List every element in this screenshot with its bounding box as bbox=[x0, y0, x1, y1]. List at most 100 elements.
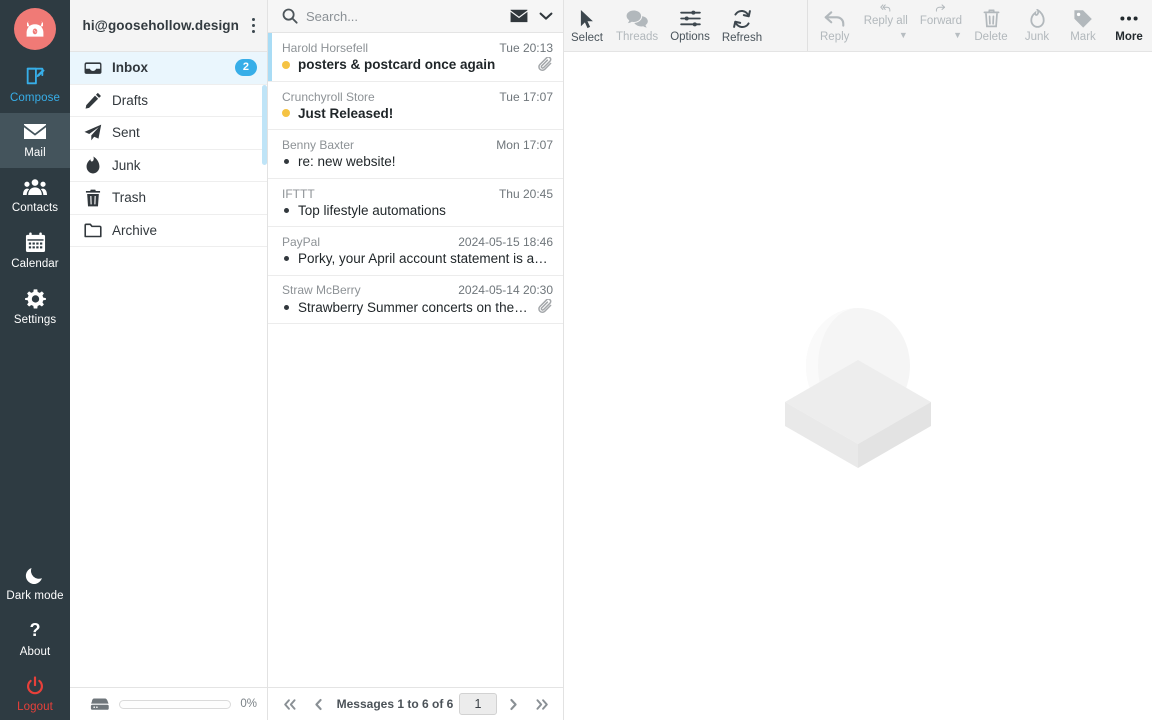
svg-text:?: ? bbox=[29, 620, 40, 640]
taskbar-item-logout[interactable]: Logout bbox=[0, 667, 70, 720]
toolbar-button-reply[interactable]: Reply bbox=[812, 0, 858, 51]
message-date: Thu 20:45 bbox=[491, 187, 553, 201]
folder-item-label: Trash bbox=[112, 190, 257, 205]
taskbar-item-compose[interactable]: Compose bbox=[0, 56, 70, 113]
message-row[interactable]: Straw McBerry2024-05-14 20:30Strawberry … bbox=[268, 276, 563, 325]
folder-item-trash[interactable]: Trash bbox=[70, 182, 267, 215]
message-row[interactable]: Harold HorsefellTue 20:13posters & postc… bbox=[268, 33, 563, 82]
toolbar: Select Threads Options bbox=[564, 0, 1152, 52]
kebab-menu-icon[interactable] bbox=[245, 13, 261, 39]
read-dot-icon[interactable] bbox=[284, 256, 289, 261]
message-list-panel: Harold HorsefellTue 20:13posters & postc… bbox=[268, 0, 564, 720]
toolbar-button-label: Options bbox=[670, 31, 710, 43]
folder-item-archive[interactable]: Archive bbox=[70, 215, 267, 248]
message-list-footer: Messages 1 to 6 of 6 bbox=[268, 687, 563, 720]
message-subject: re: new website! bbox=[298, 154, 553, 169]
toolbar-button-junk[interactable]: Junk bbox=[1014, 0, 1060, 51]
folder-item-label: Inbox bbox=[112, 60, 225, 75]
unread-dot-icon[interactable] bbox=[282, 61, 290, 69]
search-input[interactable] bbox=[306, 9, 502, 24]
toolbar-button-label: Junk bbox=[1025, 31, 1049, 43]
toolbar-button-refresh[interactable]: Refresh bbox=[716, 0, 768, 51]
message-subject: Just Released! bbox=[298, 106, 553, 121]
tag-icon bbox=[1073, 9, 1093, 28]
message-viewer-panel: Select Threads Options bbox=[564, 0, 1152, 720]
quota-bar-container: 0% bbox=[70, 687, 267, 720]
server-disk-icon bbox=[90, 697, 110, 712]
fire-icon bbox=[84, 156, 102, 174]
question-mark-icon: ? bbox=[25, 620, 45, 641]
message-sender: Straw McBerry bbox=[282, 283, 450, 297]
toolbar-button-options[interactable]: Options bbox=[664, 0, 716, 51]
threads-bubbles-icon bbox=[626, 9, 648, 28]
message-row-header: PayPal2024-05-15 18:46 bbox=[282, 235, 553, 249]
read-dot-icon[interactable] bbox=[284, 305, 289, 310]
toolbar-button-mark[interactable]: Mark bbox=[1060, 0, 1106, 51]
taskbar-item-about[interactable]: ? About bbox=[0, 611, 70, 667]
taskbar-item-label: Compose bbox=[10, 92, 60, 105]
message-rows: Harold HorsefellTue 20:13posters & postc… bbox=[268, 33, 563, 687]
message-viewer-empty-state bbox=[564, 52, 1152, 720]
toolbar-button-more[interactable]: More bbox=[1106, 0, 1152, 51]
trash-icon bbox=[84, 189, 102, 207]
taskbar-item-calendar[interactable]: Calendar bbox=[0, 223, 70, 279]
toolbar-button-threads[interactable]: Threads bbox=[610, 0, 664, 51]
chevron-down-icon[interactable]: ▼ bbox=[953, 30, 962, 40]
chevron-down-icon[interactable] bbox=[539, 11, 553, 21]
message-sender: Crunchyroll Store bbox=[282, 90, 491, 104]
message-row-body: Porky, your April account statement is a… bbox=[282, 251, 553, 266]
toolbar-button-label: Mark bbox=[1070, 31, 1096, 43]
unread-dot-icon[interactable] bbox=[282, 109, 290, 117]
taskbar-item-label: Contacts bbox=[12, 202, 58, 215]
folder-item-label: Drafts bbox=[112, 93, 257, 108]
attachment-paperclip-icon bbox=[538, 299, 553, 315]
refresh-icon bbox=[732, 9, 752, 29]
message-row-header: Harold HorsefellTue 20:13 bbox=[282, 41, 553, 55]
power-icon bbox=[25, 676, 45, 696]
message-row[interactable]: IFTTTThu 20:45Top lifestyle automations bbox=[268, 179, 563, 228]
taskbar-item-mail[interactable]: Mail bbox=[0, 113, 70, 168]
folder-list: Inbox 2 Drafts Sent bbox=[70, 52, 267, 687]
message-row[interactable]: PayPal2024-05-15 18:46 Porky, your April … bbox=[268, 227, 563, 276]
avatar[interactable] bbox=[14, 8, 56, 50]
envelope-icon[interactable] bbox=[510, 9, 528, 23]
paper-plane-icon bbox=[84, 124, 102, 142]
folder-item-sent[interactable]: Sent bbox=[70, 117, 267, 150]
message-row-body: Top lifestyle automations bbox=[282, 203, 553, 218]
folder-scrollbar[interactable] bbox=[262, 85, 267, 165]
message-row[interactable]: Benny BaxterMon 17:07re: new website! bbox=[268, 130, 563, 179]
message-row-body: re: new website! bbox=[282, 154, 553, 169]
read-dot-icon[interactable] bbox=[284, 208, 289, 213]
taskbar-item-contacts[interactable]: Contacts bbox=[0, 168, 70, 223]
pagination-next-button[interactable] bbox=[500, 692, 526, 716]
message-date: 2024-05-15 18:46 bbox=[450, 235, 553, 249]
folder-item-drafts[interactable]: Drafts bbox=[70, 85, 267, 118]
account-name: hi@goosehollow.design bbox=[82, 18, 239, 33]
search-controls bbox=[510, 9, 553, 23]
pagination-first-button[interactable] bbox=[276, 692, 302, 716]
toolbar-button-forward[interactable]: Forward ▼ bbox=[914, 0, 968, 51]
taskbar-item-settings[interactable]: Settings bbox=[0, 279, 70, 335]
ellipsis-icon bbox=[1118, 9, 1140, 28]
people-icon bbox=[23, 177, 47, 197]
message-date: 2024-05-14 20:30 bbox=[450, 283, 553, 297]
folder-icon bbox=[84, 221, 102, 239]
toolbar-left-group: Select Threads Options bbox=[564, 0, 768, 51]
toolbar-button-reply-all[interactable]: Reply all ▼ bbox=[858, 0, 914, 51]
pagination-page-input[interactable] bbox=[459, 693, 497, 715]
search-bar bbox=[268, 0, 563, 33]
taskbar-item-dark-mode[interactable]: Dark mode bbox=[0, 556, 70, 611]
chevron-down-icon[interactable]: ▼ bbox=[899, 30, 908, 40]
pagination-prev-button[interactable] bbox=[305, 692, 331, 716]
folder-unread-badge: 2 bbox=[235, 59, 257, 76]
folder-item-inbox[interactable]: Inbox 2 bbox=[70, 52, 267, 85]
message-row[interactable]: Crunchyroll StoreTue 17:07Just Released! bbox=[268, 82, 563, 131]
toolbar-button-label: Reply bbox=[820, 31, 849, 43]
pagination-last-button[interactable] bbox=[529, 692, 555, 716]
read-dot-icon[interactable] bbox=[284, 159, 289, 164]
pencil-icon bbox=[84, 91, 102, 109]
forward-icon bbox=[930, 4, 951, 12]
toolbar-button-delete[interactable]: Delete bbox=[968, 0, 1014, 51]
toolbar-button-select[interactable]: Select bbox=[564, 0, 610, 51]
folder-item-junk[interactable]: Junk bbox=[70, 150, 267, 183]
